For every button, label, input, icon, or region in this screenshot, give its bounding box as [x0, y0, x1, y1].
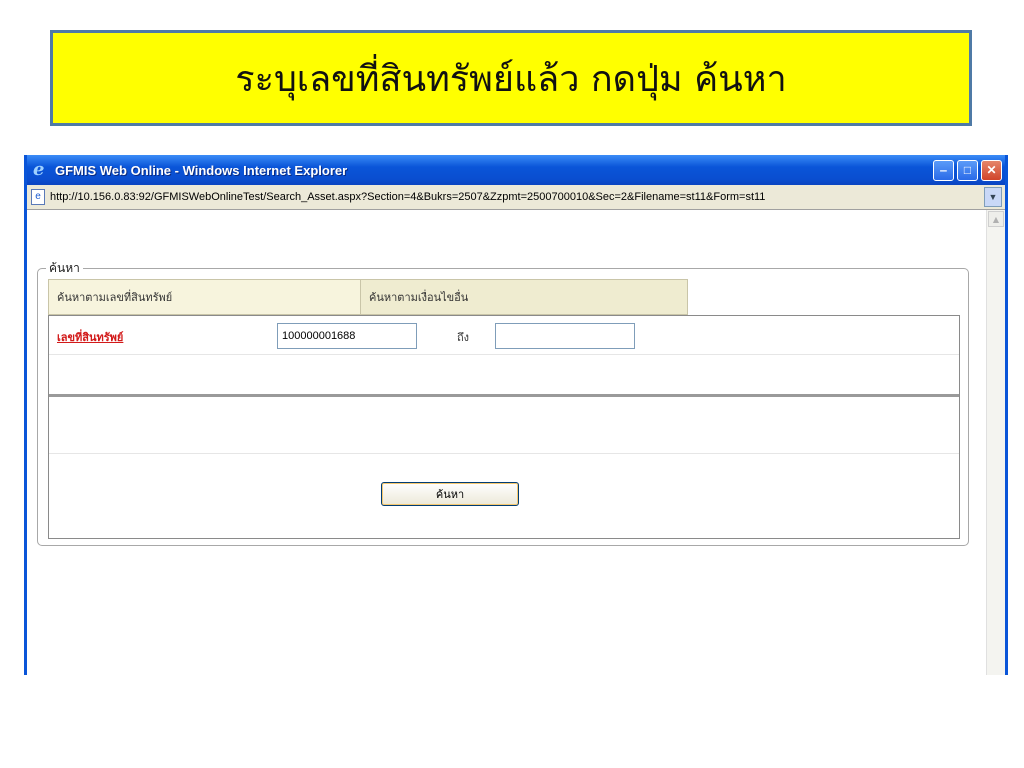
button-row: ค้นหา	[49, 454, 959, 512]
empty-row	[49, 354, 959, 397]
asset-number-row: เลขที่สินทรัพย์ ถึง	[49, 316, 959, 355]
tab-search-by-other-conditions[interactable]: ค้นหาตามเงื่อนไขอื่น	[361, 279, 688, 315]
search-tabs: ค้นหาตามเลขที่สินทรัพย์ ค้นหาตามเงื่อนไข…	[48, 279, 688, 315]
address-bar[interactable]: e http://10.156.0.83:92/GFMISWebOnlineTe…	[27, 185, 1005, 210]
vertical-scrollbar[interactable]: ▲	[986, 210, 1005, 675]
ie-logo-icon: e	[33, 159, 45, 180]
slide-title: ระบุเลขที่สินทรัพย์แล้ว กดปุ่ม ค้นหา	[235, 58, 787, 100]
tab-label: ค้นหาตามเลขที่สินทรัพย์	[57, 291, 173, 304]
browser-window: e GFMIS Web Online - Windows Internet Ex…	[24, 155, 1008, 675]
close-button[interactable]: ✕	[981, 159, 1002, 181]
asset-number-label[interactable]: เลขที่สินทรัพย์	[57, 328, 123, 346]
to-label: ถึง	[457, 331, 470, 344]
window-title: GFMIS Web Online - Windows Internet Expl…	[55, 162, 348, 178]
search-fieldset: ค้นหา ค้นหาตามเลขที่สินทรัพย์ ค้นหาตามเง…	[37, 259, 969, 546]
maximize-button[interactable]: □	[957, 159, 978, 181]
slide-title-banner: ระบุเลขที่สินทรัพย์แล้ว กดปุ่ม ค้นหา	[50, 30, 972, 126]
url-text[interactable]: http://10.156.0.83:92/GFMISWebOnlineTest…	[50, 191, 984, 203]
tab-search-by-asset-number[interactable]: ค้นหาตามเลขที่สินทรัพย์	[48, 279, 361, 315]
search-legend: ค้นหา	[46, 259, 83, 278]
tab-label: ค้นหาตามเงื่อนไขอื่น	[369, 291, 469, 304]
scroll-up-arrow-icon[interactable]: ▲	[988, 211, 1004, 227]
asset-number-from-input[interactable]	[277, 323, 417, 349]
minimize-button[interactable]: ‒	[933, 159, 954, 181]
search-panel: เลขที่สินทรัพย์ ถึง ค้นหา	[48, 315, 960, 539]
window-titlebar[interactable]: e GFMIS Web Online - Windows Internet Ex…	[27, 155, 1005, 185]
empty-row	[49, 397, 959, 454]
asset-number-to-input[interactable]	[495, 323, 635, 349]
page-icon: e	[31, 189, 45, 205]
address-dropdown-icon[interactable]: ▼	[984, 187, 1002, 207]
page-content: ค้นหา ค้นหาตามเลขที่สินทรัพย์ ค้นหาตามเง…	[27, 210, 1005, 675]
search-button[interactable]: ค้นหา	[381, 482, 519, 506]
